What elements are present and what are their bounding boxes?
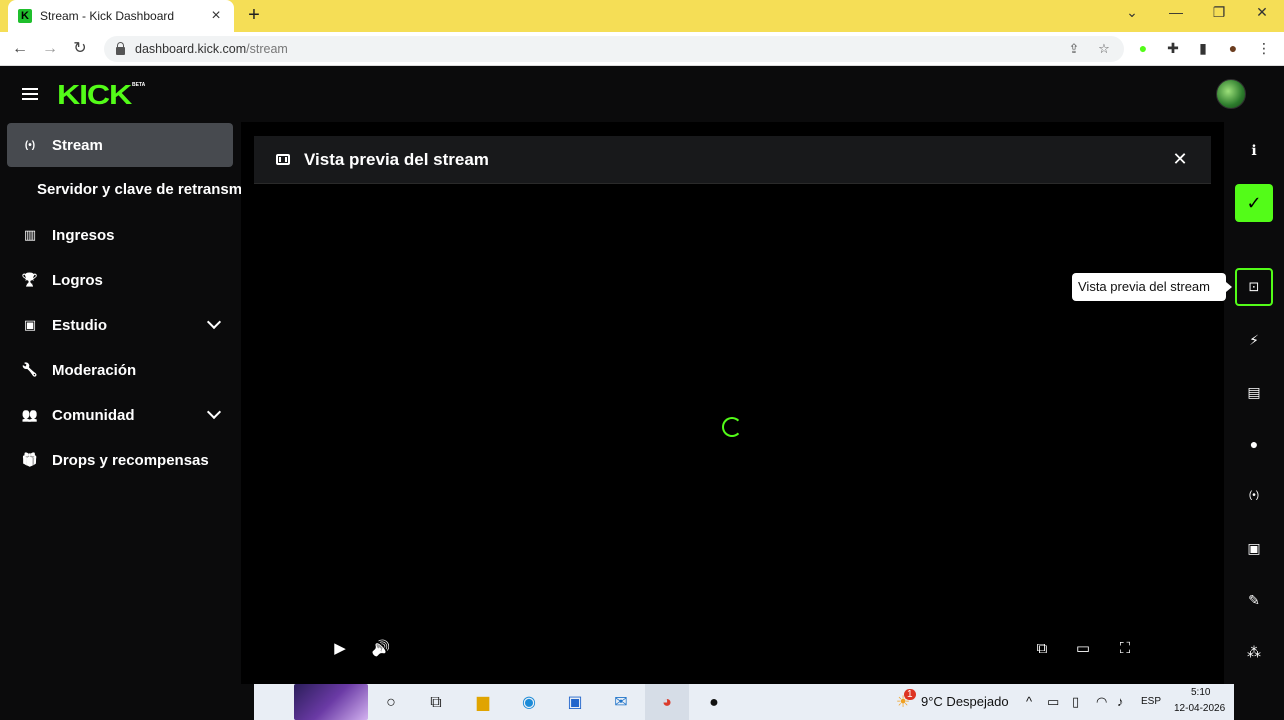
right-toolbar: ℹ ✓ ⊡ ⚡ ▤ ● (•) ▣ ✎ ⁂ bbox=[1224, 122, 1284, 684]
hamburger-menu-icon[interactable] bbox=[22, 88, 38, 100]
battery-icon[interactable]: ▯ bbox=[1072, 694, 1079, 710]
maximize-button[interactable]: ❐ bbox=[1209, 4, 1229, 21]
forward-button[interactable]: → bbox=[40, 39, 60, 59]
edge-icon[interactable]: ◉ bbox=[518, 692, 540, 714]
sidebar-item-stream[interactable]: (•) Stream bbox=[7, 123, 233, 167]
tab-search-chevron-icon[interactable]: ⌄ bbox=[1122, 4, 1142, 21]
tab-close-icon[interactable]: × bbox=[208, 7, 224, 25]
stream-preview-button[interactable]: ⊡ bbox=[1235, 268, 1273, 306]
share-icon[interactable]: ⇪ bbox=[1066, 41, 1082, 57]
sidebar-item-label: Comunidad bbox=[52, 406, 135, 424]
bookmark-star-icon[interactable]: ☆ bbox=[1096, 41, 1112, 57]
extensions-puzzle-icon[interactable]: ✚ bbox=[1164, 40, 1182, 58]
reload-button[interactable]: ↻ bbox=[70, 39, 90, 59]
play-button[interactable]: ▶ bbox=[330, 639, 350, 659]
browser-tab-bar: K Stream - Kick Dashboard × + ⌄ — ❐ ✕ bbox=[0, 0, 1284, 32]
sidebar-item-logros[interactable]: 🏆 Logros bbox=[7, 258, 233, 302]
weather-badge: 1 bbox=[904, 689, 916, 700]
user-avatar[interactable] bbox=[1216, 79, 1246, 109]
kick-logo[interactable]: KICK bbox=[57, 79, 132, 111]
extension-kick-icon[interactable]: ● bbox=[1134, 40, 1152, 58]
sidebar-item-estudio[interactable]: ▣ Estudio bbox=[7, 303, 233, 347]
windows-taskbar: ○ ⧉ ▆ ◉ ▣ ✉ ◕ ● ☀ 1 9°C Despejado ^ ▭ ▯ … bbox=[254, 684, 1234, 720]
kick-favicon-icon: K bbox=[18, 9, 32, 23]
clock-date[interactable]: 12-04-2026 bbox=[1174, 703, 1225, 714]
stream-preview-panel: Vista previa del stream ✕ ▶ 🔊 ⧉ ▭ ⛶ bbox=[241, 122, 1224, 684]
side-panel-icon[interactable]: ▮ bbox=[1194, 40, 1212, 58]
broadcast-icon: (•) bbox=[24, 139, 36, 151]
loading-spinner-icon bbox=[722, 417, 742, 437]
bolt-icon[interactable]: ⚡ bbox=[1244, 330, 1264, 350]
panel-header: Vista previa del stream ✕ bbox=[254, 136, 1211, 184]
tab-title: Stream - Kick Dashboard bbox=[40, 9, 175, 23]
studio-icon[interactable]: ▣ bbox=[1244, 538, 1264, 558]
chevron-down-icon[interactable] bbox=[206, 404, 222, 420]
minimize-button[interactable]: — bbox=[1166, 4, 1186, 20]
volume-button[interactable]: 🔊 bbox=[371, 639, 391, 659]
chevron-down-icon[interactable] bbox=[206, 314, 222, 330]
tray-chevron-icon[interactable]: ^ bbox=[1026, 694, 1032, 709]
language-indicator[interactable]: ESP bbox=[1141, 696, 1161, 707]
url-path: /stream bbox=[246, 42, 288, 56]
picture-in-picture-button[interactable]: ⧉ bbox=[1032, 639, 1052, 659]
notes-icon[interactable]: ▤ bbox=[1244, 382, 1264, 402]
address-bar-row: ← → ↻ dashboard.kick.com/stream ⇪ ☆ ● ✚ … bbox=[0, 32, 1284, 66]
close-panel-button[interactable]: ✕ bbox=[1171, 149, 1189, 170]
close-window-button[interactable]: ✕ bbox=[1252, 4, 1272, 21]
check-button[interactable]: ✓ bbox=[1235, 184, 1273, 222]
bar-chart-icon: ▥ bbox=[23, 227, 37, 242]
file-explorer-icon[interactable]: ▆ bbox=[472, 692, 494, 714]
browser-menu-icon[interactable]: ⋮ bbox=[1255, 40, 1273, 58]
tray-device-icon[interactable]: ▭ bbox=[1047, 694, 1059, 710]
chrome-icon[interactable]: ◕ bbox=[656, 692, 678, 714]
sidebar-item-ingresos[interactable]: ▥ Ingresos bbox=[7, 213, 233, 257]
panel-title: Vista previa del stream bbox=[304, 149, 489, 169]
url-input[interactable]: dashboard.kick.com/stream ⇪ ☆ bbox=[104, 36, 1124, 62]
lock-icon[interactable] bbox=[116, 41, 125, 55]
gift-icon: 🎁 bbox=[21, 452, 39, 467]
mail-icon[interactable]: ✉ bbox=[610, 692, 632, 714]
users-icon[interactable]: ⁂ bbox=[1244, 642, 1264, 662]
tooltip: Vista previa del stream bbox=[1072, 273, 1232, 301]
window-thumbnail[interactable] bbox=[294, 684, 368, 720]
sidebar-item-label: Stream bbox=[52, 136, 103, 154]
store-icon[interactable]: ▣ bbox=[564, 692, 586, 714]
volume-tray-icon[interactable]: ♪ bbox=[1117, 694, 1124, 709]
browser-tab[interactable]: K Stream - Kick Dashboard × bbox=[8, 0, 234, 32]
film-icon bbox=[276, 154, 290, 165]
people-icon: 👥 bbox=[21, 407, 39, 422]
sidebar-item-label: Drops y recompensas bbox=[52, 451, 209, 469]
wrench-icon: 🔧 bbox=[21, 362, 39, 377]
sidebar-item-label: Estudio bbox=[52, 316, 107, 334]
trophy-icon: 🏆 bbox=[21, 272, 39, 287]
profile-avatar[interactable]: ● bbox=[1224, 40, 1242, 58]
kick-dashboard: KICK BETA (•) Stream Servidor y clave de… bbox=[0, 66, 1284, 684]
sidebar-item-comunidad[interactable]: 👥 Comunidad bbox=[7, 393, 233, 437]
task-view-icon[interactable]: ⧉ bbox=[425, 692, 447, 714]
studio-icon: ▣ bbox=[23, 317, 37, 332]
sidebar: (•) Stream Servidor y clave de retransmi… bbox=[0, 122, 241, 684]
fullscreen-button[interactable]: ⛶ bbox=[1115, 639, 1135, 659]
chat-icon[interactable]: ● bbox=[1244, 434, 1264, 454]
sidebar-item-stream-key[interactable]: Servidor y clave de retransmisión bbox=[37, 181, 241, 198]
back-button[interactable]: ← bbox=[10, 39, 30, 59]
sidebar-item-drops[interactable]: 🎁 Drops y recompensas bbox=[7, 438, 233, 482]
weather-text[interactable]: 9°C Despejado bbox=[921, 694, 1009, 709]
info-icon[interactable]: ℹ bbox=[1244, 140, 1264, 160]
obs-icon[interactable]: ● bbox=[703, 692, 725, 714]
search-circle-icon[interactable]: ○ bbox=[380, 692, 402, 714]
new-tab-button[interactable]: + bbox=[244, 5, 264, 25]
sidebar-item-label: Moderación bbox=[52, 361, 137, 379]
sidebar-item-label: Logros bbox=[52, 271, 103, 289]
sidebar-item-moderacion[interactable]: 🔧 Moderación bbox=[7, 348, 233, 392]
url-domain: dashboard.kick.com bbox=[135, 42, 247, 56]
wrench-icon[interactable]: ✎ bbox=[1244, 590, 1264, 610]
broadcast-icon[interactable]: (•) bbox=[1244, 486, 1264, 506]
beta-badge: BETA bbox=[132, 82, 146, 88]
wifi-icon[interactable]: ◠ bbox=[1096, 694, 1107, 710]
clock-time[interactable]: 5:10 bbox=[1191, 687, 1210, 698]
sidebar-item-label: Ingresos bbox=[52, 226, 115, 244]
top-navigation: KICK BETA bbox=[0, 66, 1284, 122]
theater-mode-button[interactable]: ▭ bbox=[1073, 639, 1093, 659]
